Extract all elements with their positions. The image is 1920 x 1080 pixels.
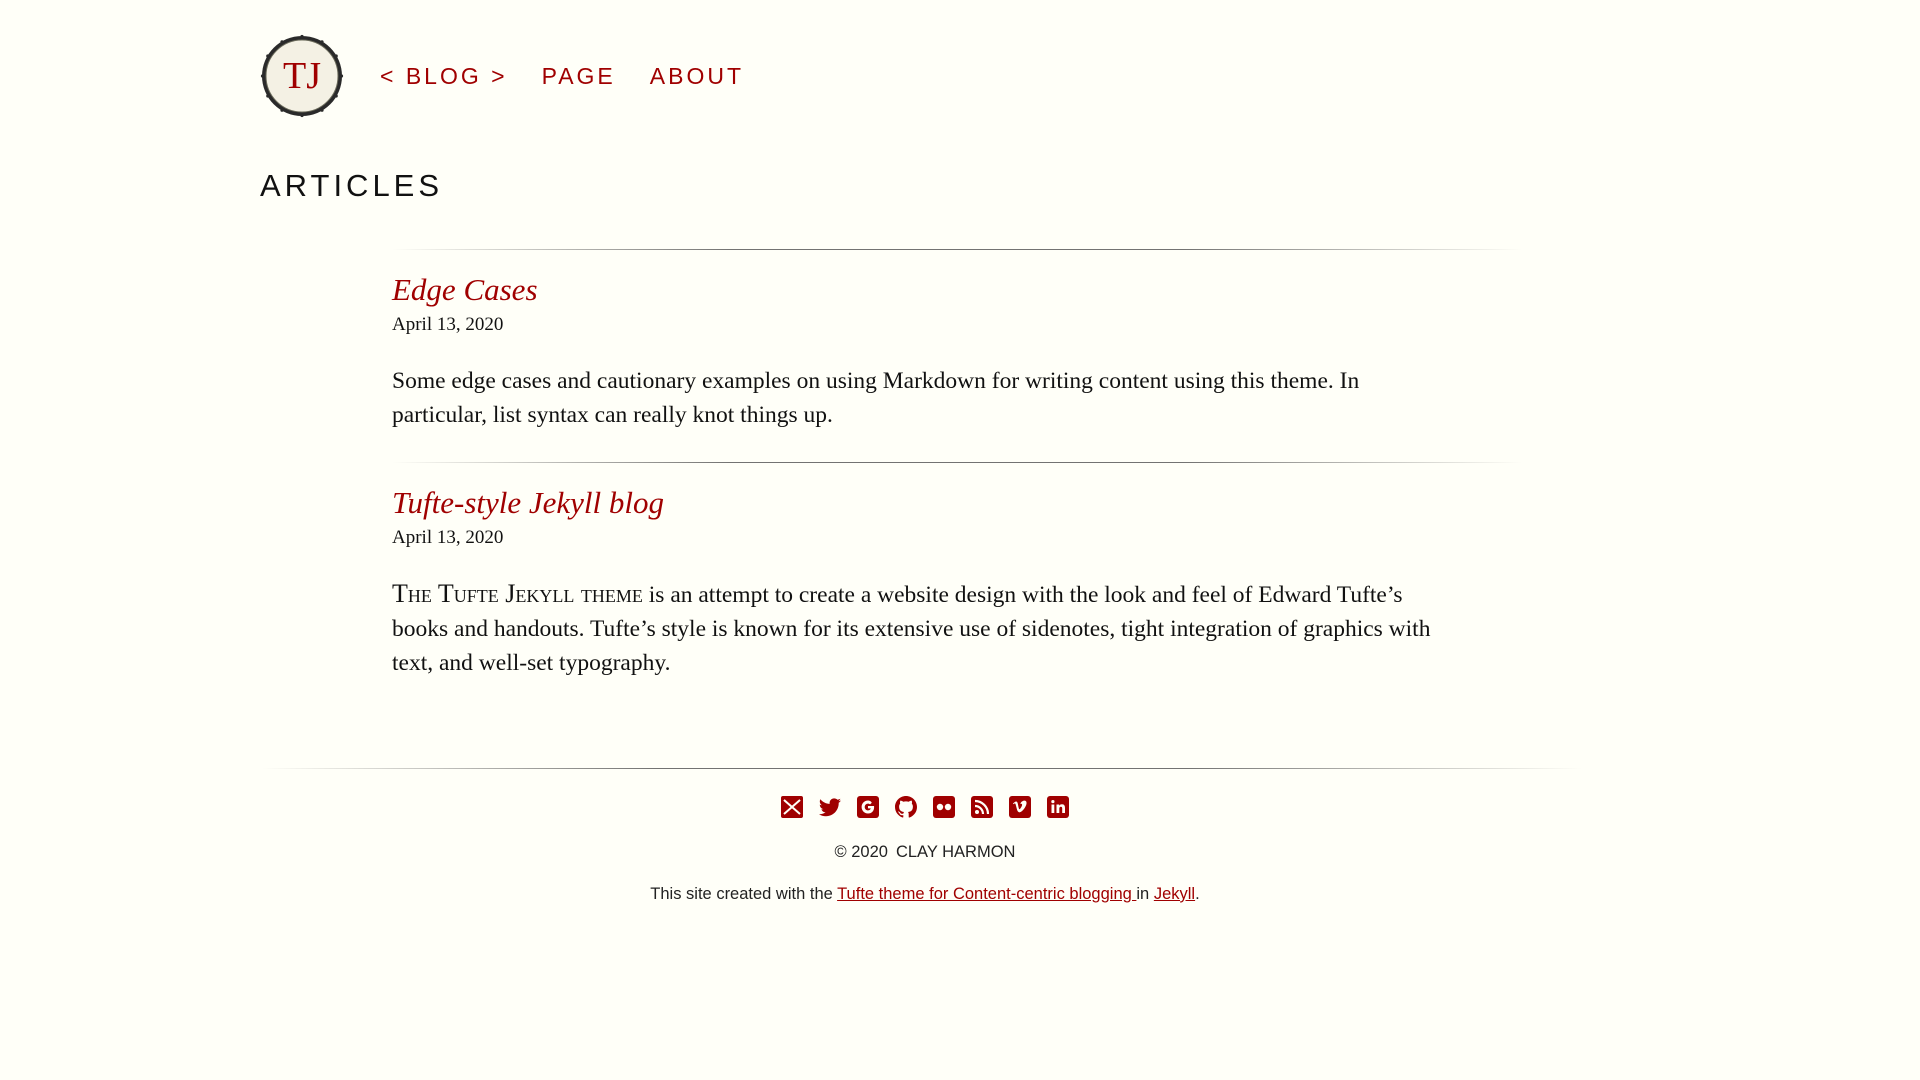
logo-text: TJ — [283, 55, 321, 97]
post-item: Tufte-style Jekyll blog April 13, 2020 T… — [392, 483, 1432, 680]
site-credit: This site created with the Tufte theme f… — [0, 885, 1850, 904]
post-divider — [392, 249, 1522, 250]
site-header: TJ < BLOG > PAGE ABOUT — [260, 33, 778, 119]
social-links — [0, 795, 1850, 819]
jekyll-link[interactable]: Jekyll — [1154, 885, 1195, 903]
vimeo-icon[interactable] — [1008, 795, 1032, 819]
github-icon[interactable] — [894, 795, 918, 819]
google-icon[interactable] — [856, 795, 880, 819]
site-logo[interactable]: TJ — [260, 34, 344, 118]
post-excerpt: Some edge cases and cautionary examples … — [392, 368, 1360, 428]
post-date: April 13, 2020 — [392, 314, 504, 335]
post-title-link[interactable]: Edge Cases — [392, 270, 1432, 310]
post-date: April 13, 2020 — [392, 527, 504, 548]
twitter-icon[interactable] — [818, 795, 842, 819]
copyright: © 2020 CLAY HARMON — [0, 843, 1850, 862]
author-name: CLAY HARMON — [895, 843, 1016, 861]
post-title-link[interactable]: Tufte-style Jekyll blog — [392, 483, 1432, 523]
page-title: ARTICLES — [260, 168, 444, 203]
nav-item-blog[interactable]: < BLOG > — [380, 63, 508, 90]
flickr-icon[interactable] — [932, 795, 956, 819]
post-excerpt: The Tufte Jekyll theme is an attempt to … — [392, 577, 1432, 680]
credit-mid: in — [1136, 885, 1154, 903]
nav-item-about[interactable]: ABOUT — [650, 63, 744, 90]
main-nav: < BLOG > PAGE ABOUT — [380, 63, 778, 90]
tufte-theme-link[interactable]: Tufte theme for Content-centric blogging — [837, 885, 1136, 903]
linkedin-icon[interactable] — [1046, 795, 1070, 819]
nav-item-page[interactable]: PAGE — [542, 63, 616, 90]
credit-prefix: This site created with the — [650, 885, 838, 903]
email-icon[interactable] — [780, 795, 804, 819]
post-divider — [392, 462, 1522, 463]
copyright-year: © 2020 — [834, 843, 888, 861]
footer-divider — [262, 768, 1582, 769]
credit-suffix: . — [1195, 885, 1200, 903]
post-item: Edge Cases April 13, 2020 Some edge case… — [392, 270, 1432, 432]
excerpt-smallcaps: The Tufte Jekyll theme — [392, 579, 643, 608]
rss-icon[interactable] — [970, 795, 994, 819]
